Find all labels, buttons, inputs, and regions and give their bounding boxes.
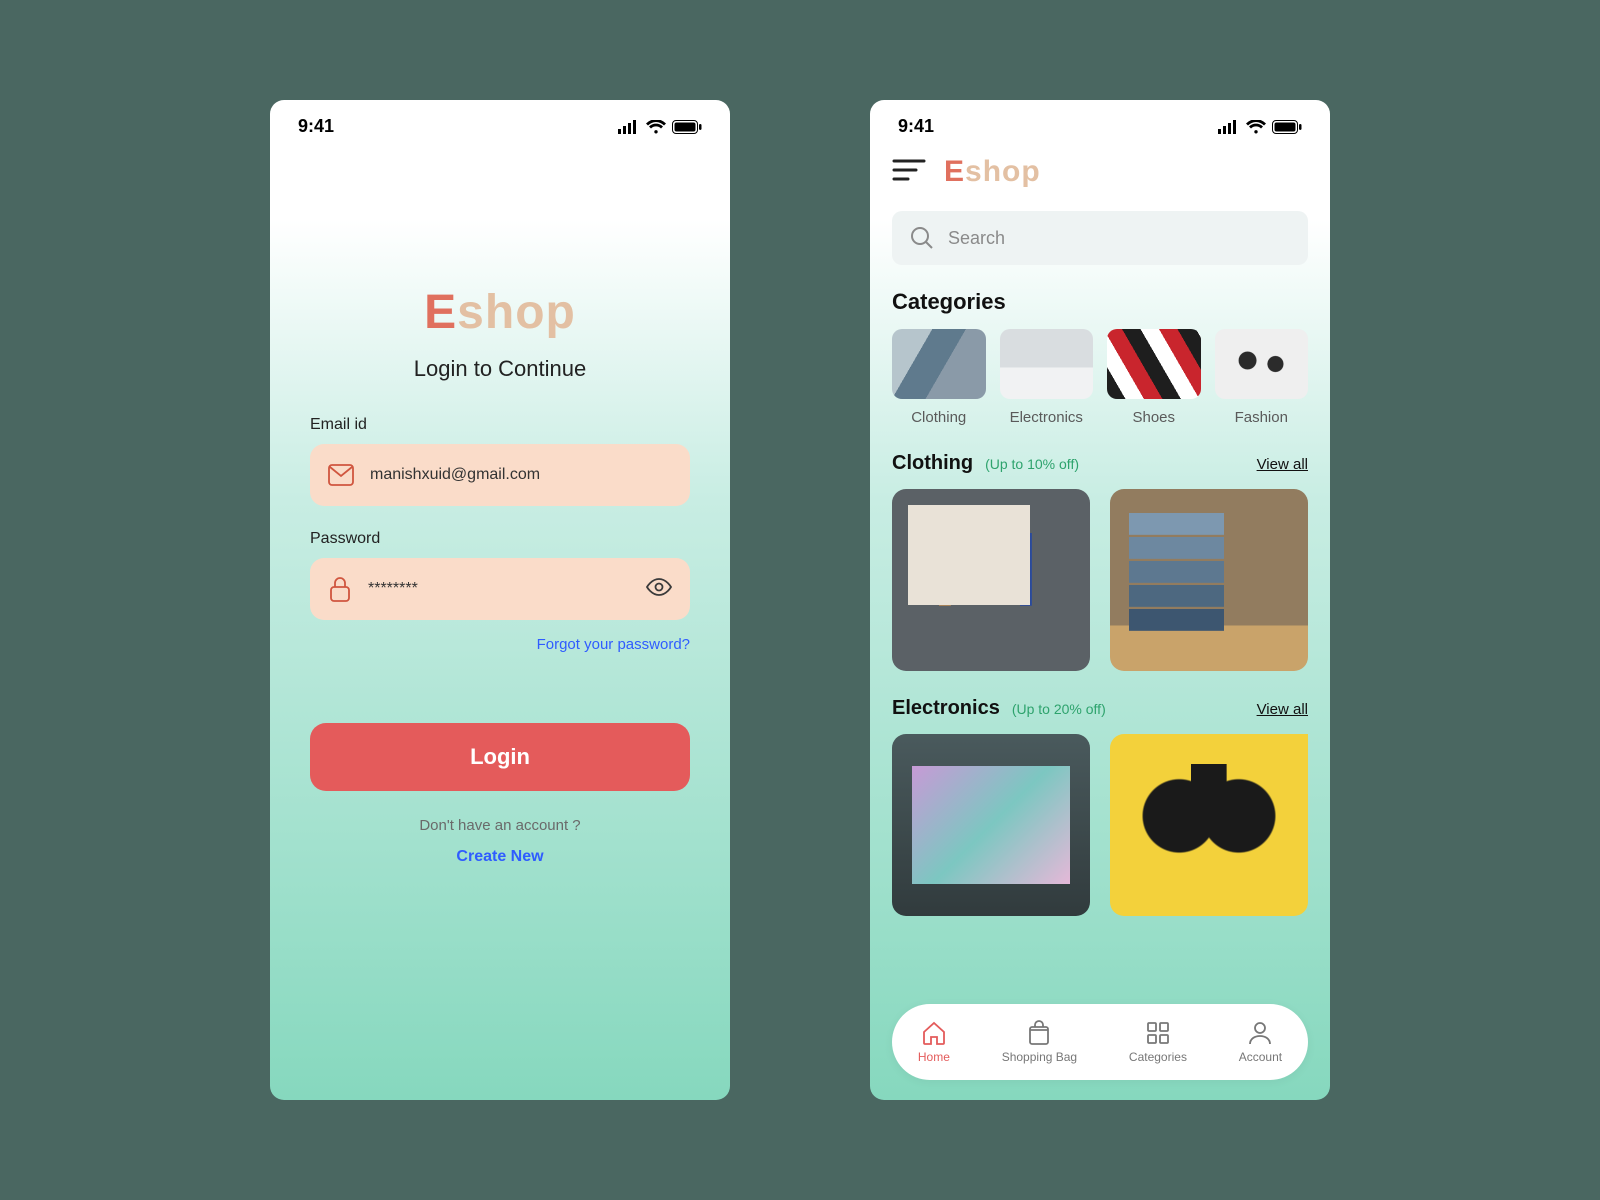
section-clothing-products bbox=[892, 489, 1308, 671]
brand-e: E bbox=[424, 286, 457, 339]
status-time: 9:41 bbox=[298, 116, 334, 137]
section-deal: (Up to 20% off) bbox=[1012, 701, 1106, 717]
category-thumb bbox=[1215, 329, 1309, 399]
wifi-icon bbox=[1246, 120, 1266, 134]
menu-button[interactable] bbox=[892, 159, 926, 186]
home-body: Eshop Search Categories Clothing Electro… bbox=[870, 145, 1330, 1100]
status-bar: 9:41 bbox=[870, 100, 1330, 145]
section-electronics-header: Electronics (Up to 20% off) View all bbox=[892, 697, 1308, 720]
tab-categories[interactable]: Categories bbox=[1129, 1020, 1187, 1064]
product-card[interactable] bbox=[1110, 489, 1308, 671]
tab-label: Categories bbox=[1129, 1050, 1187, 1064]
signal-icon bbox=[618, 120, 640, 134]
home-header: Eshop bbox=[892, 155, 1308, 189]
status-time: 9:41 bbox=[898, 116, 934, 137]
brand-shop: shop bbox=[965, 155, 1041, 188]
search-placeholder: Search bbox=[948, 228, 1005, 249]
bottom-tabbar: Home Shopping Bag Categories Account bbox=[892, 1004, 1308, 1080]
status-icons bbox=[618, 120, 702, 134]
category-thumb bbox=[892, 329, 986, 399]
login-body: Eshop Login to Continue Email id manishx… bbox=[270, 145, 730, 1100]
hamburger-icon bbox=[892, 159, 926, 181]
tab-account[interactable]: Account bbox=[1239, 1020, 1282, 1064]
brand-e: E bbox=[944, 155, 965, 188]
home-screen: 9:41 Eshop Search Categories Clothing bbox=[870, 100, 1330, 1100]
category-electronics[interactable]: Electronics bbox=[1000, 329, 1094, 426]
category-label: Electronics bbox=[1010, 409, 1083, 426]
email-value: manishxuid@gmail.com bbox=[370, 466, 672, 484]
email-field[interactable]: manishxuid@gmail.com bbox=[310, 444, 690, 506]
brand-logo: Eshop bbox=[424, 285, 576, 340]
categories-heading: Categories bbox=[892, 289, 1308, 315]
eye-icon bbox=[646, 577, 672, 597]
login-screen: 9:41 Eshop Login to Continue Email id ma… bbox=[270, 100, 730, 1100]
tab-shopping-bag[interactable]: Shopping Bag bbox=[1002, 1020, 1077, 1064]
bag-icon bbox=[1026, 1020, 1052, 1046]
no-account-text: Don't have an account ? bbox=[419, 817, 580, 834]
user-icon bbox=[1247, 1020, 1273, 1046]
password-field[interactable]: ******** bbox=[310, 558, 690, 620]
category-thumb bbox=[1107, 329, 1201, 399]
category-label: Shoes bbox=[1132, 409, 1175, 426]
battery-icon bbox=[672, 120, 702, 134]
brand-shop: shop bbox=[457, 286, 576, 339]
grid-icon bbox=[1145, 1020, 1171, 1046]
battery-icon bbox=[1272, 120, 1302, 134]
signal-icon bbox=[1218, 120, 1240, 134]
product-card[interactable] bbox=[1110, 734, 1308, 916]
category-label: Fashion bbox=[1235, 409, 1288, 426]
product-card[interactable] bbox=[892, 734, 1090, 916]
category-shoes[interactable]: Shoes bbox=[1107, 329, 1201, 426]
section-name: Electronics bbox=[892, 697, 1000, 720]
category-fashion[interactable]: Fashion bbox=[1215, 329, 1309, 426]
tab-home[interactable]: Home bbox=[918, 1020, 950, 1064]
brand-logo: Eshop bbox=[944, 155, 1041, 189]
forgot-password-link[interactable]: Forgot your password? bbox=[537, 636, 690, 653]
view-all-clothing[interactable]: View all bbox=[1257, 456, 1308, 473]
login-button[interactable]: Login bbox=[310, 723, 690, 791]
section-electronics-products bbox=[892, 734, 1308, 916]
home-icon bbox=[921, 1020, 947, 1046]
tab-label: Account bbox=[1239, 1050, 1282, 1064]
category-thumb bbox=[1000, 329, 1094, 399]
search-input[interactable]: Search bbox=[892, 211, 1308, 265]
categories-row: Clothing Electronics Shoes Fashion bbox=[892, 329, 1308, 426]
toggle-password-visibility[interactable] bbox=[646, 577, 672, 602]
password-value: ******** bbox=[368, 580, 630, 598]
email-label: Email id bbox=[310, 416, 367, 434]
create-account-link[interactable]: Create New bbox=[456, 848, 543, 866]
category-clothing[interactable]: Clothing bbox=[892, 329, 986, 426]
section-clothing-header: Clothing (Up to 10% off) View all bbox=[892, 452, 1308, 475]
wifi-icon bbox=[646, 120, 666, 134]
view-all-electronics[interactable]: View all bbox=[1257, 701, 1308, 718]
tab-label: Shopping Bag bbox=[1002, 1050, 1077, 1064]
login-tagline: Login to Continue bbox=[414, 356, 586, 382]
section-name: Clothing bbox=[892, 452, 973, 475]
lock-icon bbox=[328, 575, 352, 603]
password-label: Password bbox=[310, 530, 380, 548]
section-deal: (Up to 10% off) bbox=[985, 456, 1079, 472]
status-bar: 9:41 bbox=[270, 100, 730, 145]
category-label: Clothing bbox=[911, 409, 966, 426]
search-icon bbox=[910, 226, 934, 250]
status-icons bbox=[1218, 120, 1302, 134]
tab-label: Home bbox=[918, 1050, 950, 1064]
product-card[interactable] bbox=[892, 489, 1090, 671]
mail-icon bbox=[328, 464, 354, 486]
